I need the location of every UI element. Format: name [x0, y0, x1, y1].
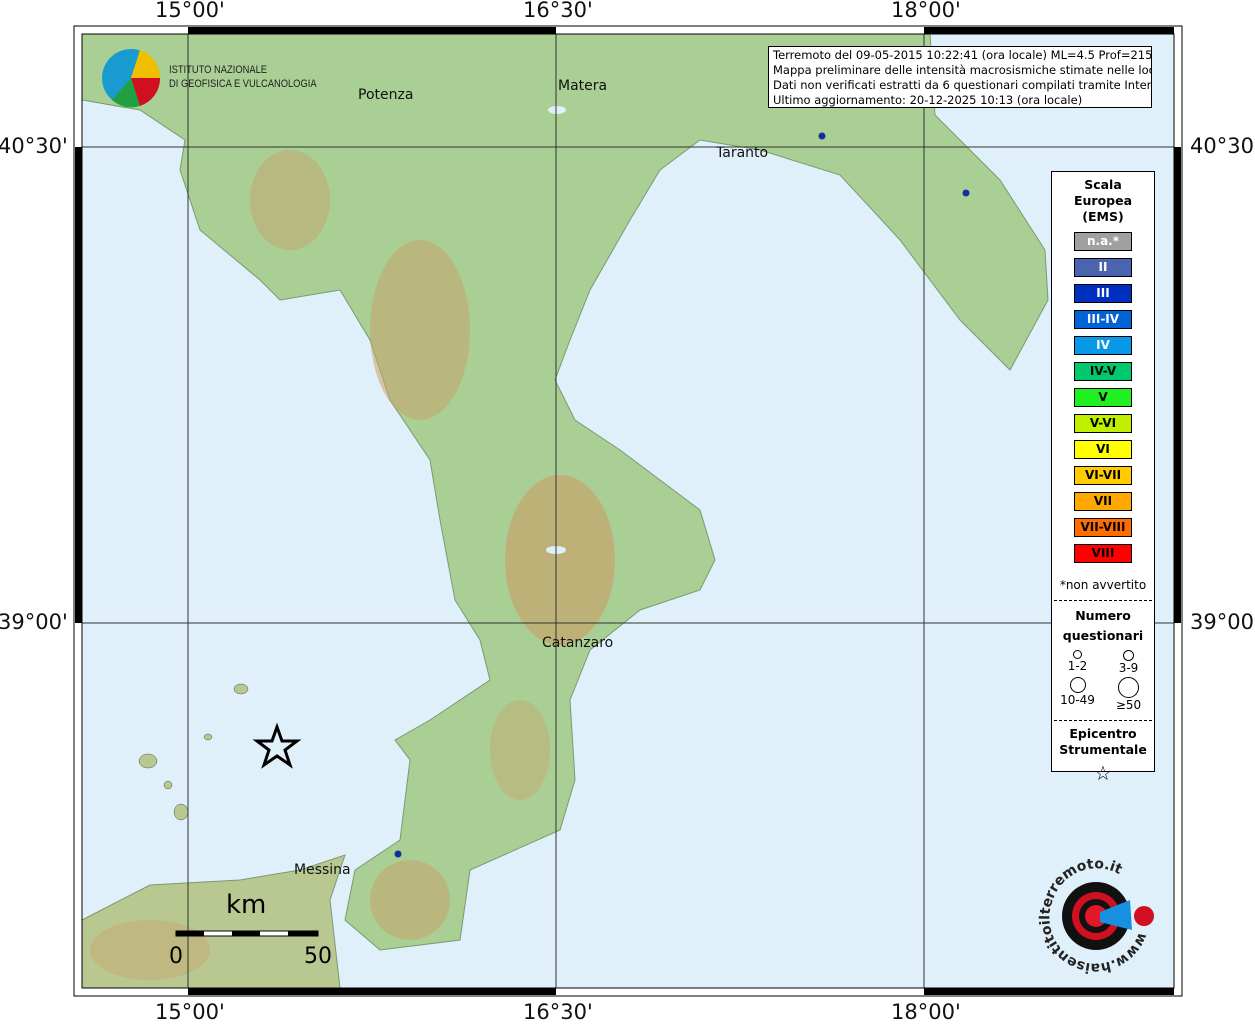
lat-tick-right: 40°30' [1190, 134, 1255, 158]
city-label: Messina [294, 862, 351, 878]
city-label: Potenza [358, 87, 414, 103]
city-label: Matera [558, 78, 608, 94]
intensity-swatch: IV [1074, 336, 1132, 355]
intensity-swatch: VII-VIII [1074, 518, 1132, 537]
intensity-swatch: V [1074, 388, 1132, 407]
intensity-point[interactable] [818, 132, 826, 140]
logo-line2: DI GEOFISICA E VULCANOLOGIA [169, 78, 317, 90]
epicenter-title-line: Strumentale [1059, 742, 1147, 757]
legend-title: Scala Europea (EMS) [1052, 177, 1154, 225]
circle-small-icon [1073, 650, 1082, 659]
scale-bar [175, 930, 319, 937]
intensity-swatch: VI [1074, 440, 1132, 459]
intensity-swatch: V-VI [1074, 414, 1132, 433]
ingv-logo-icon [102, 49, 161, 108]
scale-unit: km [226, 890, 267, 920]
count-label: ≥50 [1115, 698, 1142, 712]
intensity-point[interactable] [394, 850, 402, 858]
info-line: Ultimo aggiornamento: 20-12-2025 10:13 (… [773, 93, 1083, 107]
scale-end: 50 [304, 944, 332, 969]
city-label: Taranto [716, 145, 769, 161]
lon-tick-top: 18°00' [891, 0, 961, 22]
intensity-swatch: n.a.* [1074, 232, 1132, 251]
legend-title-line: Europea [1073, 193, 1133, 208]
info-line: Terremoto del 09-05-2015 10:22:41 (ora l… [773, 48, 1152, 62]
circle-medium-icon [1123, 650, 1134, 661]
intensity-point[interactable] [962, 189, 970, 197]
count-label: 10-49 [1060, 693, 1095, 707]
divider [1054, 720, 1152, 721]
epicenter-title: Epicentro Strumentale [1052, 726, 1154, 758]
lon-tick-top: 16°30' [523, 0, 593, 22]
lat-tick-left: 40°30' [0, 134, 68, 158]
legend-title-line: Scala [1084, 177, 1122, 192]
event-info-box: Terremoto del 09-05-2015 10:22:41 (ora l… [768, 46, 1152, 108]
lon-tick-bottom: 16°30' [523, 1000, 593, 1024]
count-symbols: 1-2 3-9 10-49 ≥50 [1052, 650, 1154, 712]
intensity-swatch: VIII [1074, 544, 1132, 563]
info-line: Mappa preliminare delle intensità macros… [773, 63, 1152, 77]
circle-large-icon [1069, 677, 1086, 693]
count-title-line: Numero [1075, 608, 1131, 623]
lon-tick-bottom: 15°00' [155, 1000, 225, 1024]
count-label: 3-9 [1118, 661, 1139, 675]
count-title: Numero questionari [1052, 606, 1154, 646]
lon-tick-bottom: 18°00' [891, 1000, 961, 1024]
count-title-line: questionari [1062, 628, 1144, 643]
lon-tick-top: 15°00' [155, 0, 225, 22]
epicenter-title-line: Epicentro [1069, 726, 1137, 741]
intensity-swatch: II [1074, 258, 1132, 277]
legend-title-line: (EMS) [1082, 209, 1124, 224]
star-icon: ☆ [1094, 761, 1112, 785]
intensity-swatch: III [1074, 284, 1132, 303]
lat-tick-right: 39°00' [1190, 610, 1255, 634]
lat-tick-left: 39°00' [0, 610, 68, 634]
intensity-swatch: VII [1074, 492, 1132, 511]
divider [1054, 600, 1152, 601]
intensity-swatch: VI-VII [1074, 466, 1132, 485]
count-label: 1-2 [1067, 659, 1088, 673]
intensity-swatch: IV-V [1074, 362, 1132, 381]
scale-start: 0 [169, 944, 183, 969]
intensity-swatch: III-IV [1074, 310, 1132, 329]
legend: Scala Europea (EMS) n.a.* II III III-IV IV IV… [1051, 171, 1155, 785]
intensity-scale: n.a.* II III III-IV IV IV-V V V-VI VI VI-VII VII VI… [1052, 232, 1154, 563]
logo-line1: ISTITUTO NAZIONALE [169, 64, 268, 76]
info-line: Dati non verificati estratti da 6 questi… [773, 78, 1152, 92]
city-label: Catanzaro [542, 635, 614, 651]
legend-note: *non avvertito [1059, 578, 1147, 592]
circle-xlarge-icon [1118, 677, 1139, 698]
